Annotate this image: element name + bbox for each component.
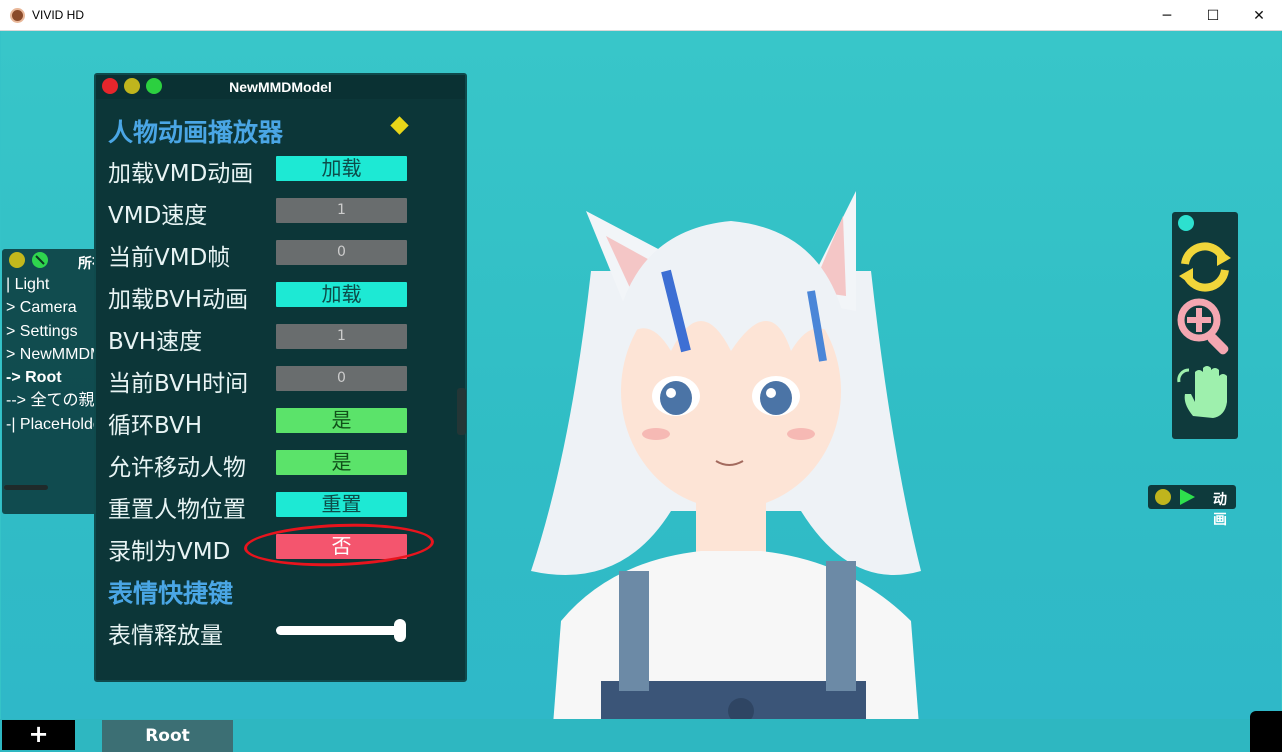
row-label-bvh-speed: BVH速度 [108, 329, 203, 355]
collapse-dot-icon[interactable] [1155, 489, 1171, 505]
model-panel-title: NewMMDModel [229, 79, 332, 95]
window-titlebar: VIVID HD ─ ☐ ✕ [0, 0, 1282, 31]
collapse-dot-icon[interactable] [9, 252, 25, 268]
row-label-expression-amount: 表情释放量 [108, 623, 223, 649]
row-label-vmd-frame: 当前VMD帧 [108, 245, 231, 271]
row-label-vmd-speed: VMD速度 [108, 203, 208, 229]
section-title-player: 人物动画播放器 [108, 118, 284, 147]
animation-panel: 动画 [1148, 485, 1236, 528]
close-dot-icon[interactable] [32, 252, 48, 268]
bvh-time-input[interactable]: 0 [276, 366, 407, 391]
row-label-loop-bvh: 循环BVH [108, 413, 203, 439]
row-label-bvh-time: 当前BVH时间 [108, 371, 249, 397]
window-title: VIVID HD [32, 8, 85, 22]
vmd-speed-input[interactable]: 1 [276, 198, 407, 223]
tab-root[interactable]: Root [102, 720, 233, 752]
corner-button[interactable] [1250, 711, 1282, 752]
model-panel-header[interactable]: NewMMDModel [96, 75, 465, 99]
allow-move-toggle[interactable]: 是 [276, 450, 407, 475]
animation-label: 动画 [1213, 492, 1227, 528]
model-panel: NewMMDModel 人物动画播放器 加载VMD动画 加载 VMD速度 1 当… [94, 73, 467, 682]
slash-icon [35, 255, 45, 265]
zoom-in-icon[interactable] [1173, 294, 1237, 358]
bvh-speed-input[interactable]: 1 [276, 324, 407, 349]
hierarchy-scrollbar[interactable] [4, 485, 48, 490]
row-label-record-vmd: 录制为VMD [108, 539, 231, 565]
view-tools-panel [1172, 212, 1238, 439]
vmd-frame-input[interactable]: 0 [276, 240, 407, 265]
add-button[interactable]: + [2, 720, 75, 750]
panel-dot-icon[interactable] [1178, 215, 1194, 231]
reset-position-button[interactable]: 重置 [276, 492, 407, 517]
close-button[interactable]: ✕ [1236, 0, 1282, 31]
rotate-icon[interactable] [1173, 234, 1237, 298]
load-bvh-button[interactable]: 加载 [276, 282, 407, 307]
loop-bvh-toggle[interactable]: 是 [276, 408, 407, 433]
row-label-reset-position: 重置人物位置 [108, 497, 246, 523]
row-label-allow-move: 允许移动人物 [108, 455, 246, 481]
diamond-icon[interactable] [390, 116, 409, 135]
anime-character-model [531, 191, 921, 721]
row-label-load-bvh: 加载BVH动画 [108, 287, 249, 313]
load-vmd-button[interactable]: 加载 [276, 156, 407, 181]
bottom-bar: + Root [0, 719, 1282, 752]
expression-slider-track[interactable] [276, 626, 404, 635]
row-label-load-vmd: 加载VMD动画 [108, 161, 254, 187]
maximize-button[interactable]: ☐ [1190, 0, 1236, 31]
minimize-button[interactable]: ─ [1144, 0, 1190, 31]
model-panel-scrollbar[interactable] [457, 388, 466, 435]
play-icon[interactable] [1178, 488, 1196, 506]
pan-hand-icon[interactable] [1173, 360, 1237, 424]
expression-slider-thumb[interactable] [394, 619, 406, 642]
section-title-expression: 表情快捷键 [108, 579, 234, 608]
app-logo-icon [10, 8, 25, 23]
